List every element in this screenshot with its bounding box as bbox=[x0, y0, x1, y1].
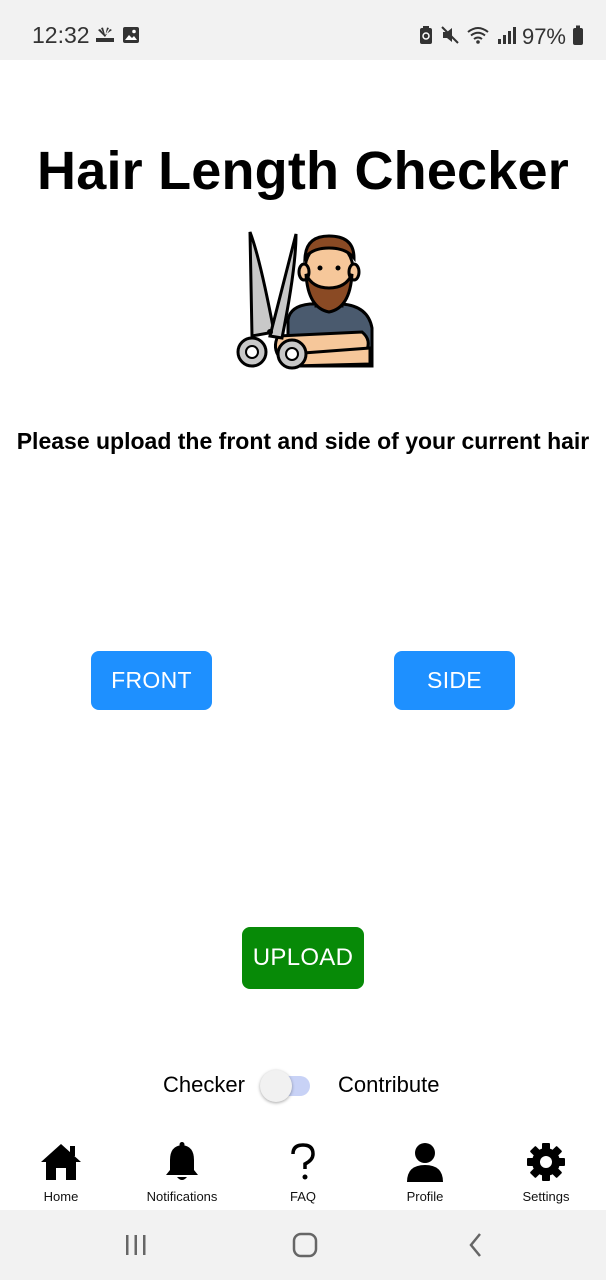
signal-icon bbox=[496, 25, 516, 50]
barber-scissors-icon bbox=[230, 228, 376, 370]
tab-faq[interactable]: FAQ bbox=[248, 1130, 358, 1210]
checker-label: Checker bbox=[163, 1072, 245, 1097]
tab-notifications[interactable]: Notifications bbox=[127, 1130, 237, 1210]
tab-profile[interactable]: Profile bbox=[370, 1130, 480, 1210]
page-title: Hair Length Checker bbox=[37, 141, 569, 201]
home-icon bbox=[39, 1138, 83, 1186]
bell-icon bbox=[164, 1138, 200, 1186]
bottom-tab-bar: Home Notifications FAQ Profile Settings bbox=[0, 1130, 606, 1210]
gear-icon bbox=[526, 1138, 566, 1186]
status-time: 12:32 bbox=[32, 22, 90, 48]
question-icon bbox=[289, 1138, 317, 1186]
person-icon bbox=[405, 1138, 445, 1186]
side-button[interactable]: SIDE bbox=[394, 651, 515, 710]
tab-settings-label: Settings bbox=[522, 1189, 570, 1204]
battery-icon bbox=[572, 25, 584, 50]
recent-apps-icon[interactable] bbox=[116, 1230, 156, 1260]
mute-icon bbox=[440, 25, 460, 50]
tab-notifications-label: Notifications bbox=[146, 1189, 218, 1204]
tab-settings[interactable]: Settings bbox=[491, 1130, 601, 1210]
upload-instructions: Please upload the front and side of your… bbox=[16, 428, 590, 454]
contribute-label: Contribute bbox=[338, 1072, 440, 1097]
home-nav-icon[interactable] bbox=[285, 1230, 325, 1260]
tab-home-label: Home bbox=[43, 1189, 79, 1204]
gallery-icon bbox=[122, 26, 140, 49]
upload-button[interactable]: UPLOAD bbox=[242, 927, 364, 989]
battery-saver-icon bbox=[418, 25, 434, 50]
mode-switch-thumb[interactable] bbox=[260, 1070, 292, 1102]
front-button[interactable]: FRONT bbox=[91, 651, 212, 710]
tab-home[interactable]: Home bbox=[6, 1130, 116, 1210]
tab-faq-label: FAQ bbox=[289, 1189, 316, 1204]
system-nav-bar bbox=[0, 1210, 606, 1280]
tab-profile-label: Profile bbox=[406, 1189, 444, 1204]
status-bar: 12:32 97% bbox=[0, 0, 606, 60]
battery-percent: 97% bbox=[521, 24, 566, 49]
mode-toggle-row: Checker Contribute bbox=[0, 1068, 606, 1104]
cnbc-icon bbox=[94, 27, 116, 48]
back-icon[interactable] bbox=[456, 1230, 496, 1260]
wifi-icon bbox=[466, 25, 490, 50]
